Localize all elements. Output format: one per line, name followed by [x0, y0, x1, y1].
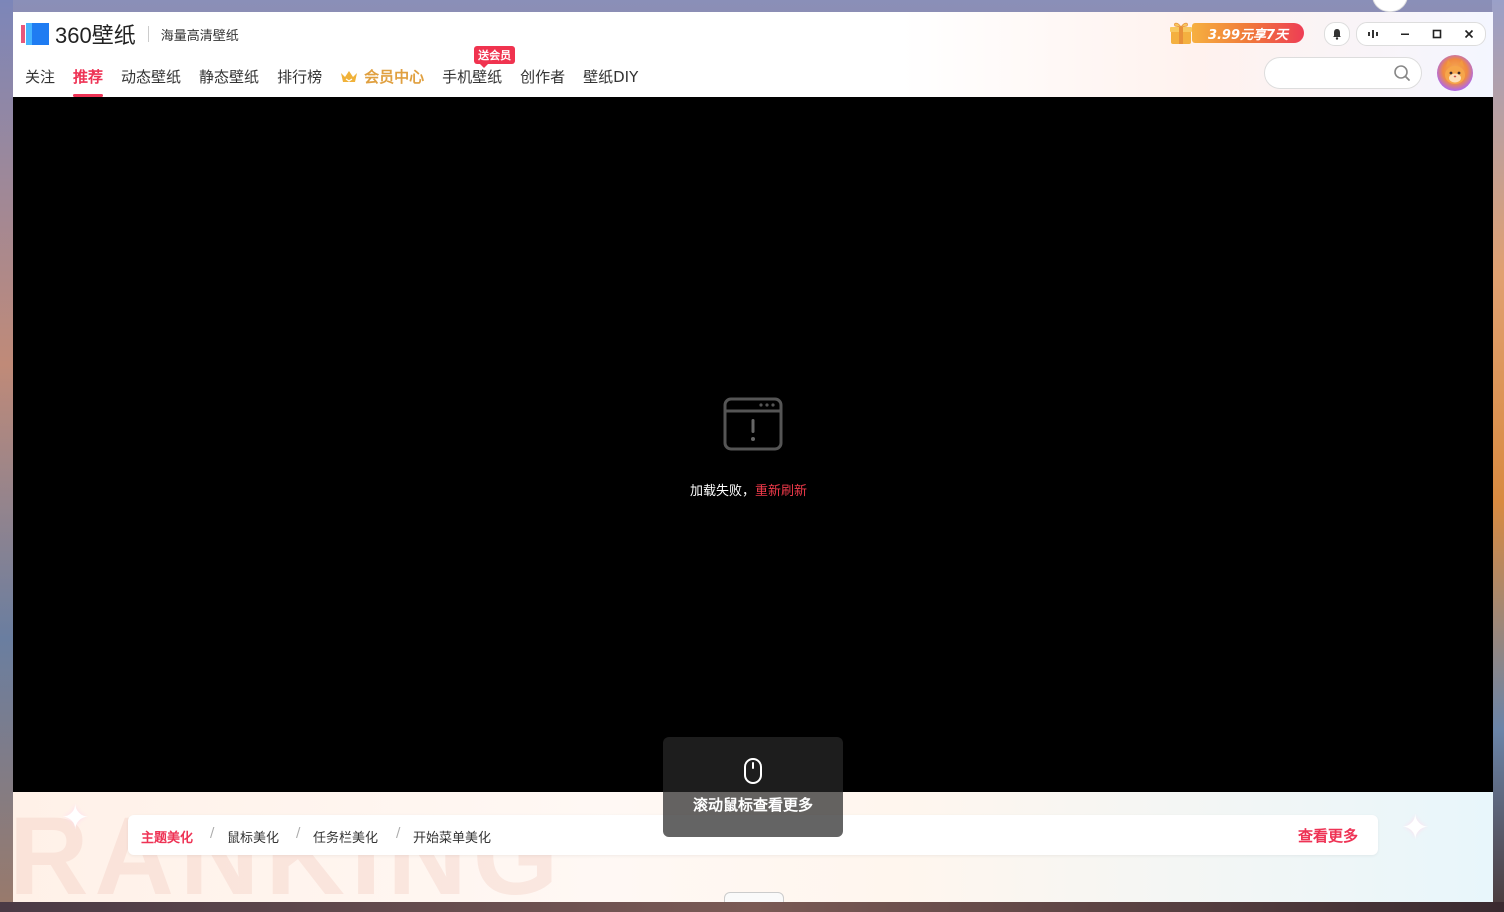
promo-text: 3.99元享7天	[1192, 23, 1304, 43]
app-window: 360壁纸 海量高清壁纸 关注 推荐 动态壁纸 静态壁纸 排行榜 会员中心 手机…	[13, 12, 1493, 902]
nav-item-ranking[interactable]: 排行榜	[277, 66, 322, 87]
crown-icon	[341, 71, 358, 82]
search-icon[interactable]	[1393, 64, 1411, 82]
header: 360壁纸 海量高清壁纸 关注 推荐 动态壁纸 静态壁纸 排行榜 会员中心 手机…	[13, 12, 1493, 97]
main-content-area: 加载失败，重新刷新	[13, 97, 1493, 792]
scroll-handle[interactable]	[724, 892, 784, 902]
error-text: 加载失败，	[690, 484, 756, 499]
view-more-link[interactable]: 查看更多	[1298, 825, 1358, 846]
nav-item-dynamic-wallpaper[interactable]: 动态壁纸	[121, 66, 181, 87]
user-avatar[interactable]	[1437, 55, 1473, 91]
sparkle-decoration-left: ✦	[61, 798, 90, 838]
nav-item-recommend[interactable]: 推荐	[73, 66, 104, 97]
app-logo[interactable]: 360壁纸 海量高清壁纸	[21, 22, 239, 48]
logo-text: 360壁纸	[55, 23, 136, 48]
desktop-background-bottom	[0, 902, 1504, 912]
tab-separator: /	[296, 826, 301, 841]
window-controls	[1356, 22, 1486, 46]
mobile-wallpaper-label: 手机壁纸	[442, 67, 503, 86]
avatar-image	[1445, 60, 1465, 84]
gift-icon	[1170, 22, 1192, 44]
floating-widget-edge[interactable]	[1372, 0, 1408, 12]
maximize-icon	[1432, 29, 1442, 39]
sparkle-decoration-right: ✦	[1401, 808, 1430, 848]
browser-warning-icon	[723, 397, 783, 451]
minimize-button[interactable]	[1389, 23, 1421, 45]
scroll-hint-text: 滚动鼠标查看更多	[692, 796, 813, 814]
tab-separator: /	[210, 826, 215, 841]
desktop-background-right	[1492, 0, 1504, 912]
logo-divider	[147, 26, 149, 42]
nav-item-static-wallpaper[interactable]: 静态壁纸	[199, 66, 259, 87]
tab-start-menu-beautify[interactable]: 开始菜单美化	[413, 827, 491, 846]
close-icon	[1464, 29, 1474, 39]
minimize-icon	[1401, 33, 1409, 35]
logo-icon	[21, 23, 49, 45]
nav-item-vip-center[interactable]: 会员中心	[340, 66, 424, 87]
bell-icon	[1333, 29, 1341, 40]
tab-separator: /	[396, 826, 401, 841]
nav-item-creators[interactable]: 创作者	[520, 66, 565, 87]
nav-item-follow[interactable]: 关注	[25, 66, 55, 87]
tab-cursor-beautify[interactable]: 鼠标美化	[227, 827, 279, 846]
search-box	[1264, 57, 1422, 89]
main-nav: 关注 推荐 动态壁纸 静态壁纸 排行榜 会员中心 手机壁纸 送会员 创作者 壁纸…	[25, 45, 656, 97]
app-slogan: 海量高清壁纸	[160, 28, 239, 44]
equalizer-icon	[1368, 30, 1378, 38]
error-message: 加载失败，重新刷新	[690, 480, 807, 499]
maximize-button[interactable]	[1421, 23, 1453, 45]
mouse-icon	[744, 758, 762, 784]
retry-link[interactable]: 重新刷新	[755, 484, 807, 499]
nav-item-wallpaper-diy[interactable]: 壁纸DIY	[583, 66, 638, 87]
desktop-background-left	[0, 0, 13, 912]
notification-bell-button[interactable]	[1324, 22, 1350, 46]
promo-badge: 送会员	[474, 45, 516, 68]
vip-center-label: 会员中心	[364, 67, 425, 86]
search-input[interactable]	[1277, 64, 1401, 81]
close-button[interactable]	[1453, 23, 1485, 45]
nav-item-mobile-wallpaper[interactable]: 手机壁纸 送会员	[442, 45, 516, 87]
tab-taskbar-beautify[interactable]: 任务栏美化	[313, 827, 378, 846]
scroll-hint-tooltip: 滚动鼠标查看更多	[663, 737, 843, 837]
tab-theme-beautify[interactable]: 主题美化	[141, 827, 193, 846]
equalizer-button[interactable]	[1357, 23, 1389, 45]
vip-promo-banner[interactable]: 3.99元享7天	[1168, 20, 1308, 46]
